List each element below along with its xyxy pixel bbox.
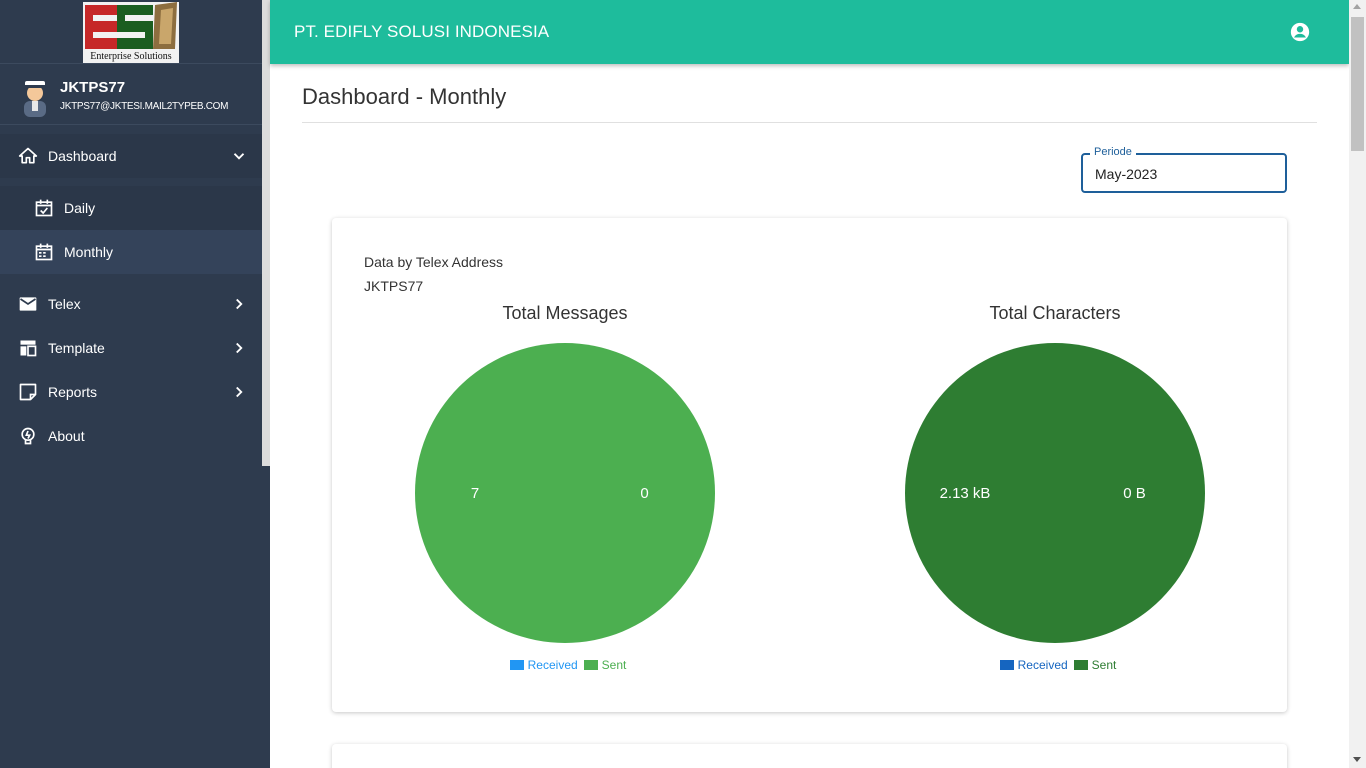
user-email: JKTPS77@JKTESI.MAIL2TYPEB.COM [60, 101, 229, 112]
sidebar-scrollbar-track [262, 466, 270, 768]
sidebar: Enterprise Solutions JKTPS77 JKTPS77@JKT… [0, 0, 270, 768]
chevron-right-icon [236, 386, 243, 398]
chart-legend-total-characters: Received Sent [905, 658, 1205, 672]
legend-swatch-received[interactable] [509, 660, 524, 670]
legend-swatch-received[interactable] [999, 660, 1014, 670]
chart-title-total-messages: Total Messages [502, 303, 628, 323]
chevron-right-icon [236, 342, 243, 354]
sidebar-item-label: Template [48, 340, 105, 356]
sidebar-item-reports[interactable]: Reports [0, 370, 262, 414]
layout-icon [20, 340, 37, 357]
chart-legend-total-messages: Received Sent [415, 658, 715, 672]
account-circle-icon[interactable] [1289, 21, 1311, 43]
scroll-up-arrow-icon[interactable] [1353, 4, 1361, 9]
mail-icon [19, 297, 37, 311]
title-divider [302, 122, 1317, 123]
lightbulb-icon [21, 427, 35, 445]
sidebar-item-monthly[interactable]: Monthly [0, 230, 262, 274]
periode-value: May-2023 [1095, 166, 1158, 182]
scroll-down-arrow-icon[interactable] [1353, 757, 1361, 762]
company-logo: Enterprise Solutions [83, 2, 179, 63]
sidebar-item-label: Daily [64, 200, 96, 216]
pie-chart-total-characters: 0 B 2.13 kB [905, 343, 1205, 643]
logo-mark [83, 2, 179, 52]
card-subheading: JKTPS77 [364, 278, 424, 294]
avatar [24, 81, 46, 117]
app-header: PT. EDIFLY SOLUSI INDONESIA [270, 0, 1349, 64]
sidebar-item-label: About [48, 428, 85, 444]
home-icon [18, 147, 38, 164]
note-icon [19, 383, 37, 401]
sidebar-item-label: Monthly [64, 244, 114, 260]
data-label-received: 0 [640, 485, 648, 502]
calendar-check-icon [35, 199, 53, 217]
data-label-sent: 2.13 kB [940, 485, 991, 502]
pie-slice-sent[interactable] [415, 343, 715, 643]
sidebar-scrollbar[interactable] [262, 0, 270, 466]
chevron-right-icon [236, 298, 243, 310]
legend-label-received[interactable]: Received [1018, 658, 1068, 672]
legend-label-sent[interactable]: Sent [602, 658, 627, 672]
sidebar-item-dashboard[interactable]: Dashboard [0, 134, 262, 178]
sidebar-item-label: Reports [48, 384, 98, 400]
sidebar-item-telex[interactable]: Telex [0, 282, 262, 326]
telex-address-card: Data by Telex Address JKTPS77 Total Mess… [332, 218, 1287, 712]
card-heading: Data by Telex Address [364, 254, 504, 270]
legend-swatch-sent[interactable] [583, 660, 598, 670]
periode-label: Periode [1090, 146, 1136, 158]
data-label-received: 0 B [1123, 485, 1146, 502]
page-title: Dashboard - Monthly [302, 84, 507, 109]
legend-label-sent[interactable]: Sent [1092, 658, 1117, 672]
logo-caption: Enterprise Solutions [90, 51, 172, 62]
sidebar-item-label: Telex [48, 296, 81, 312]
logo-area: Enterprise Solutions [0, 0, 262, 64]
data-label-sent: 7 [471, 485, 479, 502]
pie-chart-total-messages: 07 [415, 343, 715, 643]
periode-field[interactable]: May-2023 [1081, 153, 1287, 193]
chart-title-total-characters: Total Characters [989, 303, 1121, 323]
sidebar-item-daily[interactable]: Daily [0, 186, 262, 230]
sidebar-item-template[interactable]: Template [0, 326, 262, 370]
chevron-down-icon [233, 153, 245, 160]
calendar-icon [35, 243, 53, 261]
company-name: PT. EDIFLY SOLUSI INDONESIA [294, 22, 550, 41]
page-scrollbar-thumb[interactable] [1351, 17, 1364, 151]
legend-swatch-sent[interactable] [1073, 660, 1088, 670]
sidebar-item-about[interactable]: About [0, 414, 262, 458]
legend-label-received[interactable]: Received [528, 658, 578, 672]
sidebar-item-label: Dashboard [48, 148, 117, 164]
user-name: JKTPS77 [60, 79, 126, 96]
secondary-card [332, 744, 1287, 768]
user-profile: JKTPS77 JKTPS77@JKTESI.MAIL2TYPEB.COM [0, 65, 262, 125]
